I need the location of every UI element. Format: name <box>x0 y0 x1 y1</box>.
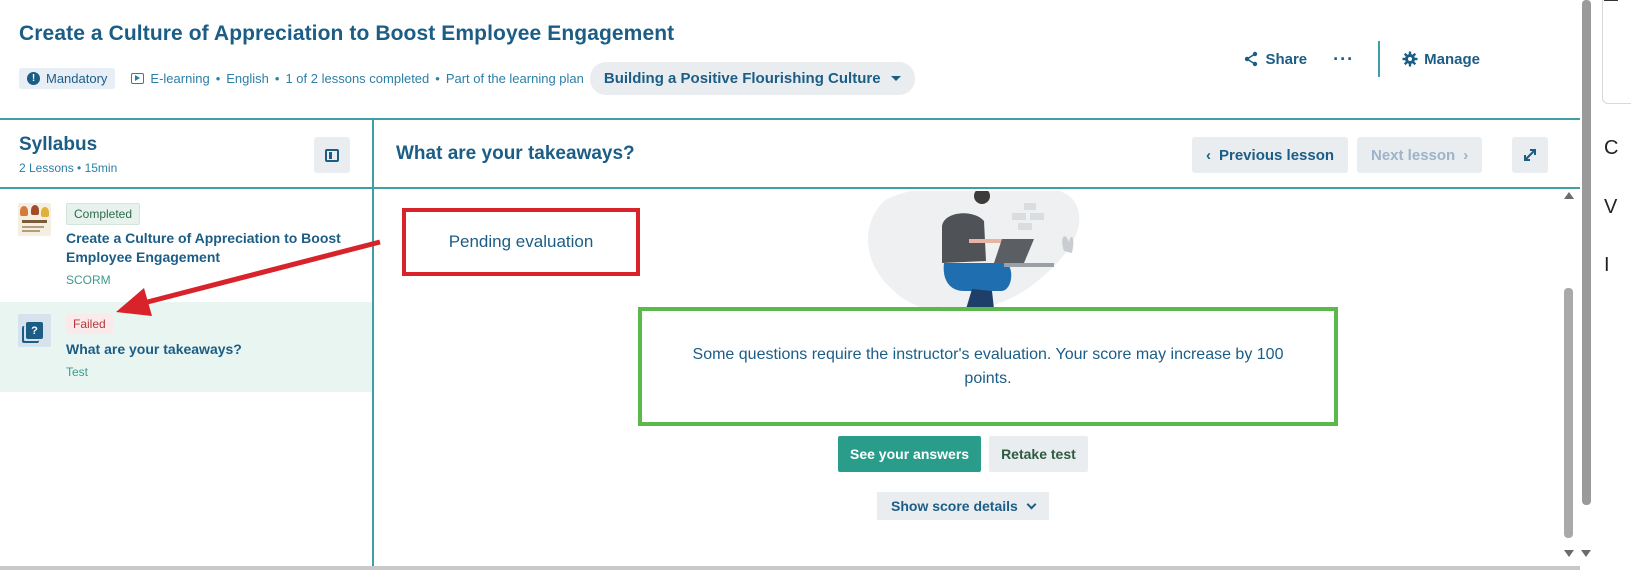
lesson-heading: What are your takeaways? <box>396 143 635 164</box>
collapse-sidebar-button[interactable] <box>314 137 350 173</box>
video-icon <box>131 72 145 84</box>
bottom-scrollbar-track <box>0 566 1580 570</box>
syllabus-title: Syllabus <box>19 134 98 155</box>
chevron-right-icon: › <box>1463 146 1469 164</box>
caret-down-icon <box>890 75 901 81</box>
syllabus-header: Syllabus 2 Lessons • 15min <box>0 120 372 189</box>
status-badge: Failed <box>66 314 113 334</box>
panel-card <box>1602 0 1631 104</box>
course-meta: ! Mandatory E-learning • English • 1 of … <box>19 61 915 95</box>
annotation-arrow <box>116 239 381 316</box>
meta-separator: • <box>274 70 280 86</box>
panel-text: C <box>1604 137 1619 159</box>
result-actions: See your answers Retake test <box>838 436 1088 472</box>
panel-text: I <box>1604 254 1610 276</box>
lesson-content: Pending evaluation Some questions requir… <box>374 191 1580 570</box>
header-actions: Share ··· Manage <box>1231 40 1492 78</box>
page-scrollbar[interactable] <box>1580 0 1592 570</box>
pending-evaluation-annotation: Pending evaluation <box>402 208 640 276</box>
share-label: Share <box>1265 50 1308 68</box>
scrollbar-thumb[interactable] <box>1564 288 1573 538</box>
panel-text: V <box>1604 196 1618 218</box>
sidebar-collapse-icon <box>325 148 339 162</box>
meta-progress: 1 of 2 lessons completed <box>285 70 430 86</box>
lesson-type: Test <box>66 365 89 379</box>
meta-separator: • <box>435 70 440 86</box>
mandatory-badge: ! Mandatory <box>19 67 116 89</box>
lesson-player: What are your takeaways? ‹ Previous less… <box>374 120 1580 570</box>
expand-button[interactable] <box>1512 137 1548 173</box>
manage-button[interactable]: Manage <box>1390 41 1492 77</box>
content-scrollbar[interactable] <box>1564 192 1574 566</box>
syllabus-sidebar: Syllabus 2 Lessons • 15min Completed Cre… <box>0 120 374 570</box>
scroll-up-icon[interactable] <box>1564 192 1574 199</box>
evaluation-notice: Some questions require the instructor's … <box>638 307 1338 426</box>
person-at-laptop-illustration <box>868 191 1080 312</box>
chevron-left-icon: ‹ <box>1206 146 1211 164</box>
lesson-header: What are your takeaways? ‹ Previous less… <box>374 120 1580 189</box>
chevron-down-icon <box>1026 499 1037 509</box>
expand-icon <box>1524 149 1536 161</box>
scroll-down-icon[interactable] <box>1581 550 1591 557</box>
see-answers-button[interactable]: See your answers <box>838 436 982 472</box>
info-icon: ! <box>27 71 40 85</box>
manage-label: Manage <box>1424 50 1480 68</box>
share-icon <box>1245 51 1258 67</box>
lesson-type: SCORM <box>66 273 111 287</box>
meta-type: E-learning <box>150 70 210 86</box>
next-lesson-button[interactable]: Next lesson › <box>1357 137 1483 173</box>
retake-test-button[interactable]: Retake test <box>989 436 1088 472</box>
course-title: Create a Culture of Appreciation to Boos… <box>19 22 675 45</box>
meta-language: English <box>226 70 269 86</box>
syllabus-summary: 2 Lessons • 15min <box>19 161 118 175</box>
course-header: Create a Culture of Appreciation to Boos… <box>0 0 1580 120</box>
share-button[interactable]: Share <box>1231 41 1319 77</box>
learning-plan-dropdown[interactable]: Building a Positive Flourishing Culture <box>589 61 915 95</box>
previous-lesson-button[interactable]: ‹ Previous lesson <box>1192 137 1349 173</box>
mandatory-label: Mandatory <box>46 70 108 86</box>
status-badge: Completed <box>66 203 141 225</box>
lesson-thumbnail <box>18 203 51 236</box>
score-details-label: Show score details <box>891 498 1018 514</box>
previous-lesson-label: Previous lesson <box>1219 146 1335 164</box>
lesson-title: What are your takeaways? <box>66 341 242 357</box>
learning-plan-name: Building a Positive Flourishing Culture <box>603 69 881 87</box>
test-icon: ? <box>18 314 51 347</box>
next-lesson-label: Next lesson <box>1371 146 1456 164</box>
meta-plan-label: Part of the learning plan <box>445 70 584 86</box>
header-divider <box>1378 41 1381 77</box>
meta-elearning: E-learning <box>131 70 210 86</box>
right-side-panel: C V I <box>1596 0 1631 570</box>
more-options-button[interactable]: ··· <box>1319 49 1368 70</box>
gear-icon <box>1402 51 1418 67</box>
meta-separator: • <box>215 70 221 86</box>
scrollbar-thumb[interactable] <box>1582 0 1591 505</box>
show-score-details-button[interactable]: Show score details <box>877 492 1049 520</box>
scroll-down-icon[interactable] <box>1564 550 1574 557</box>
